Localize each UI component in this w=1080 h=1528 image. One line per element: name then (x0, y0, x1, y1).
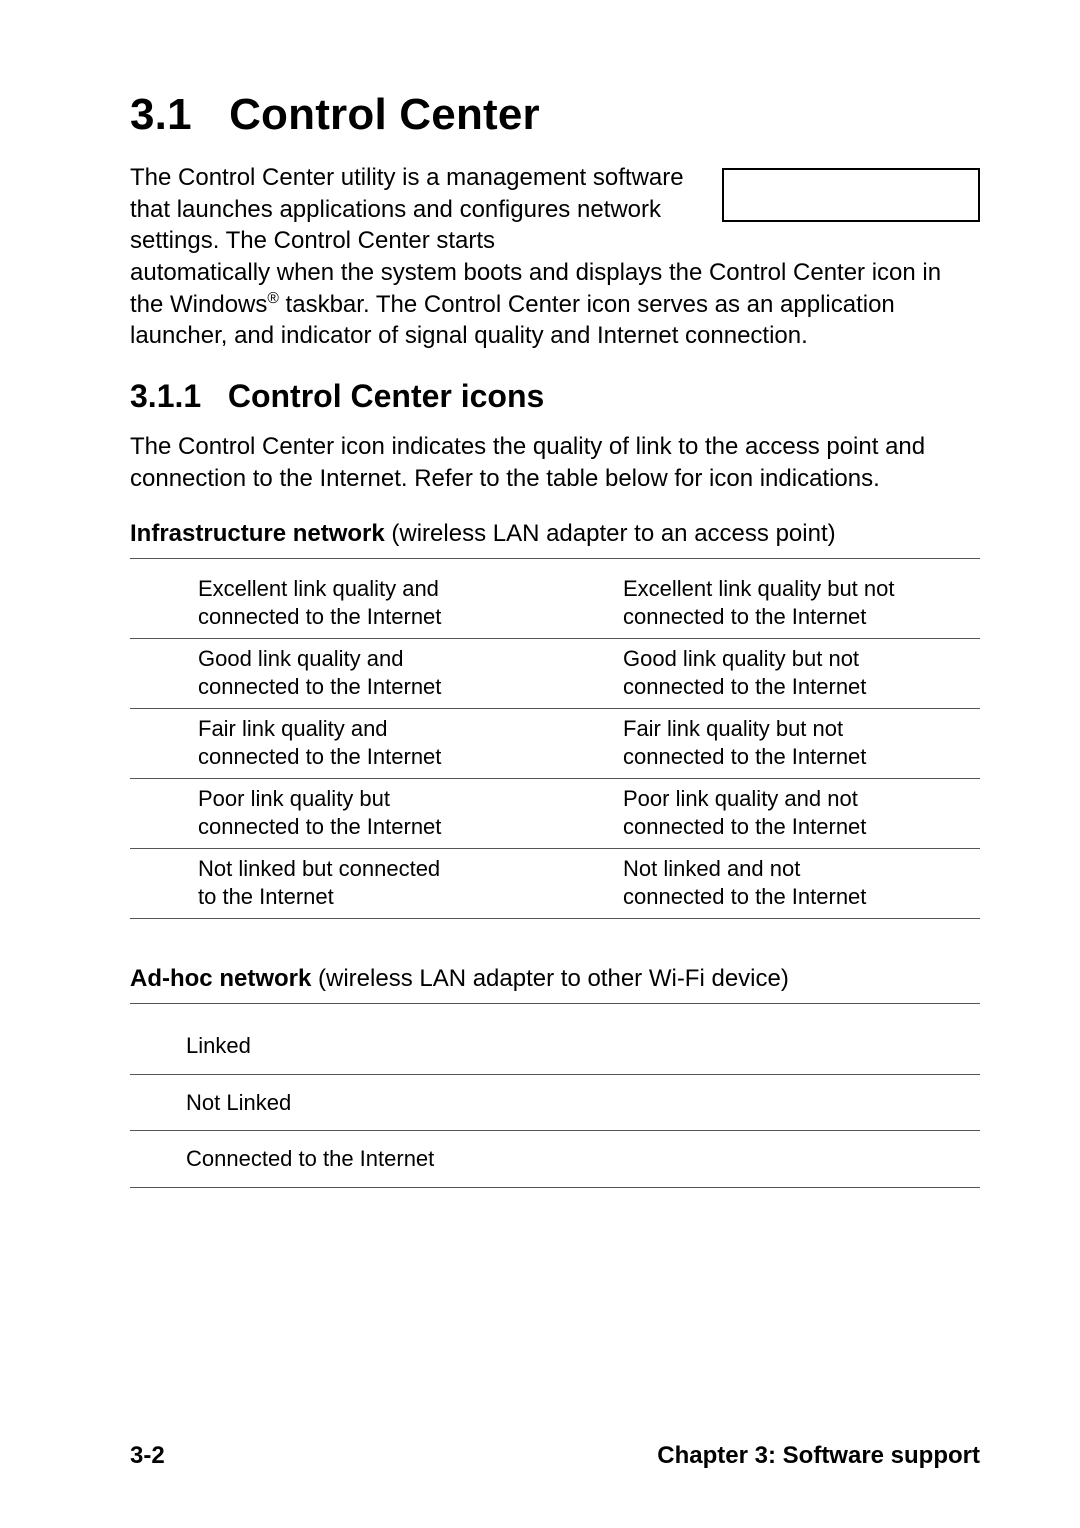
table-row: Not linked but connectedto the Internet … (130, 849, 980, 919)
icon-cell (555, 709, 623, 779)
infrastructure-icon-table: Excellent link quality andconnected to t… (130, 569, 980, 919)
table-cell: Not linked and notconnected to the Inter… (623, 849, 980, 919)
table-row: Not Linked (130, 1074, 980, 1131)
icon-cell (130, 709, 198, 779)
subsection-title: Control Center icons (228, 378, 544, 414)
table-row: Linked (130, 1018, 980, 1074)
table-cell: Fair link quality andconnected to the In… (198, 709, 555, 779)
page-number: 3-2 (130, 1442, 165, 1470)
icon-cell (130, 849, 198, 919)
icon-cell (130, 1074, 186, 1131)
icon-cell (555, 569, 623, 639)
infrastructure-network-heading: Infrastructure network (wireless LAN ada… (130, 520, 980, 559)
table-cell: Excellent link quality but notconnected … (623, 569, 980, 639)
icon-cell (555, 849, 623, 919)
table-cell: Not linked but connectedto the Internet (198, 849, 555, 919)
section-number: 3.1 (130, 90, 192, 139)
icon-cell (130, 779, 198, 849)
rule (130, 1003, 980, 1004)
taskbar-screenshot-placeholder (722, 168, 980, 222)
table-cell: Not Linked (186, 1074, 980, 1131)
intro-paragraph-part2: automatically when the system boots and … (130, 257, 980, 352)
table-cell: Good link quality andconnected to the In… (198, 639, 555, 709)
icon-cell (555, 779, 623, 849)
adhoc-network-heading: Ad-hoc network (wireless LAN adapter to … (130, 965, 980, 993)
adhoc-icon-table: Linked Not Linked Connected to the Inter… (130, 1018, 980, 1188)
icon-cell (130, 569, 198, 639)
subsection-paragraph: The Control Center icon indicates the qu… (130, 431, 980, 494)
section-heading: 3.1 Control Center (130, 90, 980, 140)
registered-symbol: ® (267, 290, 279, 307)
table-row: Poor link quality butconnected to the In… (130, 779, 980, 849)
chapter-label: Chapter 3: Software support (657, 1442, 980, 1470)
page-footer: 3-2 Chapter 3: Software support (130, 1442, 980, 1470)
subsection-number: 3.1.1 (130, 378, 201, 414)
intro-paragraph-part1: The Control Center utility is a manageme… (130, 162, 688, 257)
section-title: Control Center (229, 90, 540, 139)
table-cell: Linked (186, 1018, 980, 1074)
icon-cell (130, 1018, 186, 1074)
subsection-heading: 3.1.1 Control Center icons (130, 378, 980, 415)
table-cell: Poor link quality butconnected to the In… (198, 779, 555, 849)
table-row: Excellent link quality andconnected to t… (130, 569, 980, 639)
table-cell: Poor link quality and notconnected to th… (623, 779, 980, 849)
table-row: Connected to the Internet (130, 1131, 980, 1188)
table-cell: Connected to the Internet (186, 1131, 980, 1188)
icon-cell (130, 1131, 186, 1188)
table-cell: Fair link quality but notconnected to th… (623, 709, 980, 779)
table-row: Good link quality andconnected to the In… (130, 639, 980, 709)
icon-cell (555, 639, 623, 709)
icon-cell (130, 639, 198, 709)
table-cell: Good link quality but notconnected to th… (623, 639, 980, 709)
table-cell: Excellent link quality andconnected to t… (198, 569, 555, 639)
table-row: Fair link quality andconnected to the In… (130, 709, 980, 779)
